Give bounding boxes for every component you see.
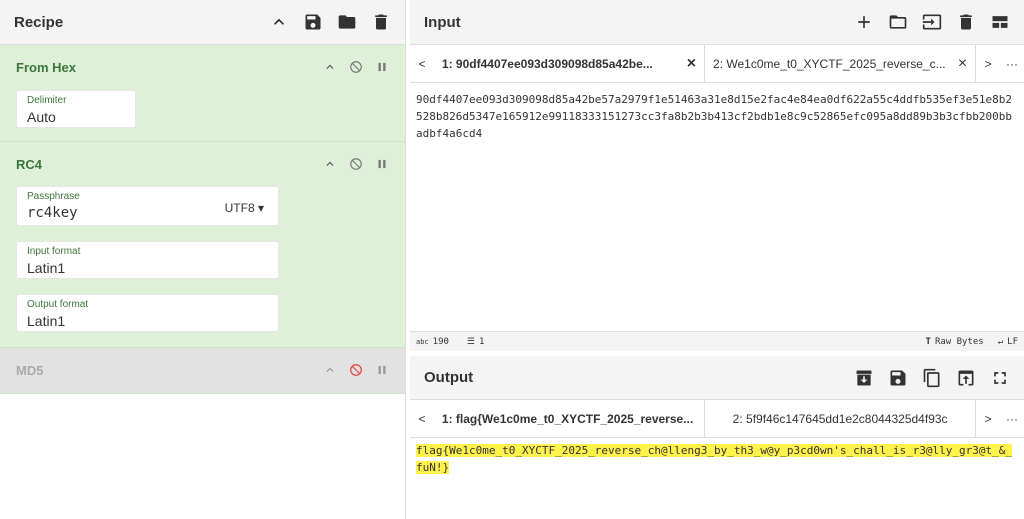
input-tab-1[interactable]: 1: 90df4407ee093d309098d85a42be... × [434,44,706,83]
tab-prev-button[interactable]: < [410,412,434,426]
trash-icon[interactable] [956,12,976,32]
chevron-up-icon[interactable] [323,60,337,74]
text-format-icon: T [925,336,931,347]
disable-icon[interactable] [349,157,363,171]
input-status-bar: abc 190 ☰ 1 T Raw Bytes ↵ LF [410,331,1024,351]
close-icon[interactable]: × [958,55,967,73]
operation-rc4[interactable]: RC4 Passphrase rc4key UTF8 ▾ Input forma… [0,142,405,348]
disable-icon[interactable] [349,60,363,74]
input-pane: Input < 1: 90df4407ee093d309098d85a42be.… [410,0,1024,352]
recipe-header: Recipe [0,0,405,45]
tab-next-button[interactable]: > [976,57,1000,71]
chevron-up-icon[interactable] [269,12,289,32]
output-tab-1[interactable]: 1: flag{We1c0me_t0_XYCTF_2025_reverse... [434,399,706,438]
encoding-value: UTF8 [224,201,255,215]
tab-label: 1: flag{We1c0me_t0_XYCTF_2025_reverse... [441,411,694,426]
delimiter-field[interactable]: Delimiter Auto [16,90,136,128]
operation-md5[interactable]: MD5 [0,348,405,394]
save-icon[interactable] [303,12,323,32]
folder-icon[interactable] [337,12,357,32]
arg-label: Delimiter [27,95,67,106]
arg-value: Latin1 [27,313,66,329]
length-value: 190 [432,336,449,347]
operation-title: RC4 [16,156,43,172]
trash-icon[interactable] [371,12,391,32]
lines-icon: ☰ [466,336,475,347]
recipe-pane: Recipe From Hex Delimiter Auto RC4 Passp… [0,0,406,519]
operation-title: From Hex [16,59,76,75]
tab-next-button[interactable]: > [976,412,1000,426]
tab-prev-button[interactable]: < [410,57,434,71]
output-pane: Output < 1: flag{We1c0me_t0_XYCTF_2025_r… [410,356,1024,519]
tab-label: 1: 90df4407ee093d309098d85a42be... [441,56,653,71]
arg-value: Latin1 [27,260,66,276]
fullscreen-icon[interactable] [990,368,1010,388]
output-text: flag{We1c0me_t0_XYCTF_2025_reverse_ch@ll… [416,444,1013,474]
tab-more-button[interactable]: ··· [1000,412,1024,426]
replace-input-icon[interactable] [956,368,976,388]
arg-label: Output format [27,299,89,310]
tab-label: 2: 5f9f46c147645dd1e2c8044325d4f93c [732,411,948,426]
output-format-field[interactable]: Output format Latin1 [16,294,279,332]
pause-icon[interactable] [375,60,389,74]
lines-value: 1 [479,336,485,347]
pause-icon[interactable] [375,157,389,171]
output-header: Output [410,356,1024,400]
plus-icon[interactable] [854,12,874,32]
arg-label: Input format [27,246,81,257]
input-icon[interactable] [922,12,942,32]
length-label: abc [416,337,429,346]
chevron-up-icon[interactable] [323,157,337,171]
input-title: Input [424,13,461,31]
output-title: Output [424,369,474,386]
input-textarea[interactable]: 90df4407ee093d309098d85a42be57a2979f1e51… [410,83,1024,150]
operation-from-hex[interactable]: From Hex Delimiter Auto [0,45,405,142]
copy-icon[interactable] [922,368,942,388]
save-icon[interactable] [888,368,908,388]
close-icon[interactable]: × [687,55,696,73]
archive-icon[interactable] [854,368,874,388]
output-textarea[interactable]: flag{We1c0me_t0_XYCTF_2025_reverse_ch@ll… [410,438,1024,480]
passphrase-field[interactable]: Passphrase rc4key UTF8 ▾ [16,186,279,226]
chevron-up-icon[interactable] [323,363,337,377]
line-ending-icon: ↵ [997,336,1004,347]
tab-more-button[interactable]: ··· [1000,57,1024,71]
output-tab-2[interactable]: 2: 5f9f46c147645dd1e2c8044325d4f93c [705,399,977,438]
raw-bytes-label[interactable]: Raw Bytes [935,337,984,347]
input-format-field[interactable]: Input format Latin1 [16,241,279,279]
disable-icon[interactable] [349,363,363,377]
line-ending-label[interactable]: LF [1007,337,1018,347]
encoding-dropdown[interactable]: UTF8 ▾ [225,201,264,215]
output-tabs: < 1: flag{We1c0me_t0_XYCTF_2025_reverse.… [410,399,1024,438]
input-tabs: < 1: 90df4407ee093d309098d85a42be... × 2… [410,44,1024,83]
pause-icon[interactable] [375,363,389,377]
layout-icon[interactable] [990,12,1010,32]
arg-value: Auto [27,109,56,125]
folder-open-icon[interactable] [888,12,908,32]
recipe-title: Recipe [14,13,64,31]
tab-label: 2: We1c0me_t0_XYCTF_2025_reverse_c... [713,56,946,71]
input-header: Input [410,0,1024,45]
input-tab-2[interactable]: 2: We1c0me_t0_XYCTF_2025_reverse_c... × [705,44,977,83]
operation-title: MD5 [16,362,44,378]
